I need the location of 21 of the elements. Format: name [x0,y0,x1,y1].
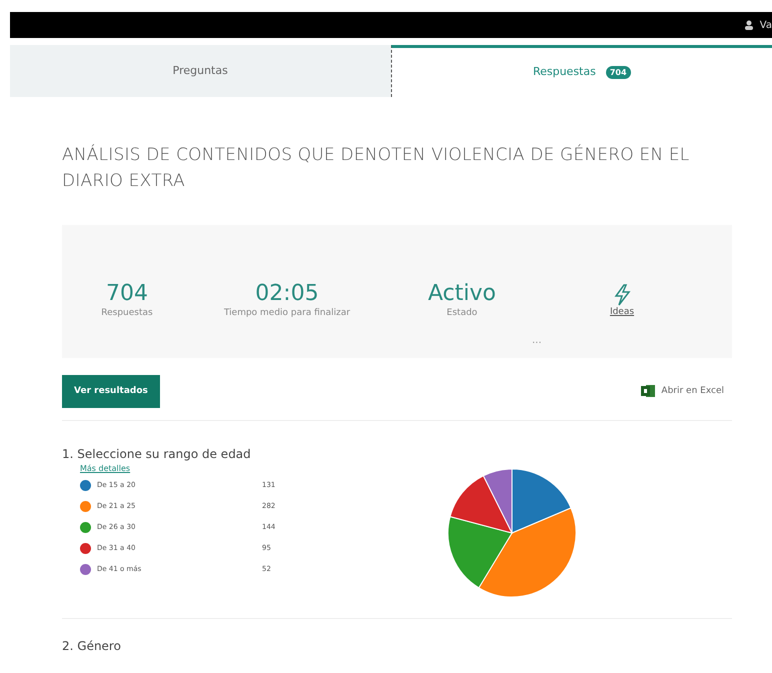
stat-label: Respuestas [100,306,154,320]
user-name: Va [760,18,772,32]
stat-label: Estado [446,306,478,320]
stat-value: Activo [427,282,497,307]
tab[interactable]: Preguntas [10,45,390,97]
ideas-link[interactable]: Ideas [542,306,702,320]
lightning-icon [613,284,631,306]
tab[interactable]: Respuestas 704 [390,45,772,97]
form-title: ANÁLISIS DE CONTENIDOS QUE DENOTEN VIOLENCIA DE GÉNERO EN EL DIARIO EXTRA [62,143,690,194]
stat-label: Tiempo medio para finalizar [222,306,352,320]
question-title: 2. Género [62,618,732,656]
stat-value: 02:05 [254,282,320,307]
stat-value: 704 [105,282,149,307]
view-results-button[interactable]: Ver resultados [62,374,160,408]
question-title: 1. Seleccione su rango de edad [62,446,252,464]
user-icon [744,20,754,30]
open-in-excel-link[interactable]: Abrir en Excel [661,384,724,398]
excel-icon [641,384,656,398]
count-badge: 704 [606,66,631,80]
more-dots[interactable]: ... [532,332,542,348]
details-link[interactable]: Más detalles [80,463,442,476]
